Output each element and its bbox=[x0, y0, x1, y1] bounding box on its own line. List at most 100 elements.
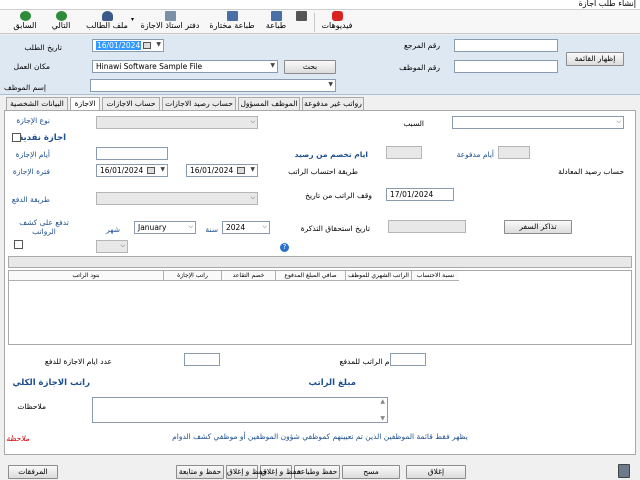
ticket-due-input[interactable] bbox=[388, 220, 466, 233]
ref-input[interactable] bbox=[454, 39, 558, 52]
notes-label: ملاحظات bbox=[17, 402, 46, 411]
applicant-file-button[interactable]: ملف الطالب ▾ bbox=[80, 10, 134, 34]
search-button[interactable]: بحث bbox=[284, 60, 336, 74]
salary-days-label: ايام الراتب للمدفع bbox=[339, 357, 396, 366]
no-balance-days-input[interactable] bbox=[386, 146, 422, 159]
notice-bar: يظهر فقط قائمة الموظفين الذين تم تعيينهم… bbox=[0, 432, 640, 443]
prev-button[interactable]: السابق bbox=[8, 10, 42, 34]
period-label: فترة الإجازة bbox=[12, 167, 50, 176]
pay-on-payroll-label: تدفع على كشف الرواتب bbox=[19, 218, 69, 236]
pay-on-payroll-checkbox[interactable] bbox=[14, 240, 23, 249]
grid-toolbar bbox=[8, 256, 632, 268]
notice-text: يظهر فقط قائمة الموظفين الذين تم تعيينهم… bbox=[172, 432, 468, 441]
chevron-down-icon: ⌵ bbox=[120, 242, 125, 249]
salary-amount-label: مبلغ الراتب bbox=[308, 378, 356, 388]
date-picker[interactable]: 16/01/2024 ▼ bbox=[92, 39, 164, 52]
tab-personal-data[interactable]: البيانات الشخصية bbox=[6, 97, 68, 110]
calculator-icon[interactable] bbox=[618, 464, 630, 478]
calendar-icon bbox=[147, 167, 155, 174]
grid-col-percent[interactable]: نسبة الاحتساب bbox=[411, 271, 459, 281]
equiv-balance-label: حساب رصيد المعادلة bbox=[558, 167, 624, 176]
help-icon[interactable]: ? bbox=[280, 243, 289, 252]
leave-days-input[interactable] bbox=[96, 147, 168, 160]
tab-unpaid-salaries[interactable]: رواتب غير مدفوعة bbox=[302, 97, 364, 110]
leave-type-combo[interactable]: ⌵ bbox=[96, 116, 258, 129]
salary-days-input[interactable] bbox=[390, 353, 426, 366]
emp-no-input[interactable] bbox=[454, 60, 558, 73]
scroll-up-icon[interactable]: ▲ bbox=[380, 398, 385, 405]
ticket-due-label: تاريخ استحقاق التذكرة bbox=[300, 224, 370, 233]
tab-leave-calc[interactable]: حساب الاجازات bbox=[102, 97, 160, 110]
videos-button[interactable]: فيديوهات bbox=[318, 10, 356, 34]
user-icon bbox=[101, 11, 113, 21]
leave-days-pay-input[interactable] bbox=[184, 353, 220, 366]
calendar-icon bbox=[237, 167, 245, 174]
leave-days-pay-label: عدد ايام الاجازة للدفع bbox=[44, 357, 112, 366]
paid-days-label: أيام مدفوعة bbox=[456, 150, 494, 159]
tab-strip: رواتب غير مدفوعة الموظف المسؤول حساب رصي… bbox=[0, 97, 640, 111]
chevron-down-icon: ⌵ bbox=[262, 223, 267, 230]
tab-leave[interactable]: الاجازة bbox=[70, 97, 100, 111]
print-button[interactable]: طباعة bbox=[262, 10, 290, 34]
grid-col-salary-items[interactable]: بنود الراتب bbox=[9, 271, 163, 281]
cash-leave-label: اجازة نقدية bbox=[18, 133, 66, 143]
attachments-button[interactable]: المرفقات bbox=[8, 465, 58, 479]
chevron-down-icon: ⌵ bbox=[250, 118, 255, 125]
show-list-button[interactable]: إظهار القائمة bbox=[566, 52, 624, 66]
leave-days-label: أيام الإجازة bbox=[15, 150, 50, 159]
save-close-button-2[interactable]: حفظ و إغلاق bbox=[226, 465, 267, 479]
emp-name-combo[interactable]: ▼ bbox=[90, 79, 336, 92]
workplace-label: مكان العمل bbox=[13, 62, 50, 71]
chevron-down-icon: ▾ bbox=[130, 16, 134, 23]
emp-name-label: إسم الموظف bbox=[3, 83, 46, 92]
total-leave-salary-label: راتب الاجازة الكلي bbox=[12, 378, 90, 388]
chevron-down-icon: ⌵ bbox=[250, 194, 255, 201]
calendar-icon bbox=[143, 42, 151, 49]
chevron-down-icon: ▼ bbox=[156, 41, 161, 48]
year-combo[interactable]: 2024 ⌵ bbox=[222, 221, 270, 234]
ledger-button[interactable]: دفتر استاذ الاجازة bbox=[138, 10, 202, 34]
clear-button[interactable]: مسح bbox=[342, 465, 400, 479]
arrow-left-icon bbox=[19, 11, 31, 21]
printer-icon bbox=[295, 11, 307, 21]
close-button[interactable]: إغلاق bbox=[406, 465, 466, 479]
reason-combo[interactable]: ⌵ bbox=[452, 116, 624, 129]
salary-stop-input[interactable]: 17/01/2024 bbox=[386, 188, 454, 201]
notes-textarea[interactable]: ▲ ▼ bbox=[92, 397, 388, 423]
cash-leave-checkbox[interactable] bbox=[12, 133, 21, 142]
scroll-down-icon[interactable]: ▼ bbox=[380, 415, 385, 422]
month-label: شهر bbox=[106, 225, 120, 234]
grid-col-net-paid[interactable]: صافي المبلغ المدفوع bbox=[275, 271, 345, 281]
date-label: تاريخ الطلب bbox=[24, 43, 62, 52]
pay-method-combo[interactable]: ⌵ bbox=[96, 192, 258, 205]
salary-items-grid: نسبة الاحتساب الراتب الشهري للموظف صافي … bbox=[8, 270, 632, 345]
footer-bar: إغلاق مسح حفظ وطباعة حفظ و إغلاق حفظ و إ… bbox=[0, 462, 640, 480]
title-bar: إنشاء طلب اجازة bbox=[0, 0, 640, 10]
extra-combo[interactable]: ⌵ bbox=[96, 240, 128, 253]
tab-leave-balance[interactable]: حساب رصيد الاجازات bbox=[162, 97, 236, 110]
reason-label: السبب bbox=[403, 119, 424, 128]
tab-responsible-employee[interactable]: الموظف المسؤول bbox=[238, 97, 300, 110]
period-to-picker[interactable]: 16/01/2024 ▼ bbox=[186, 164, 258, 177]
grid-col-leave-salary[interactable]: راتب الإجازة bbox=[163, 271, 221, 281]
month-combo[interactable]: January ⌵ bbox=[134, 221, 196, 234]
pay-method-label: طريقة الدفع bbox=[11, 195, 50, 204]
chevron-down-icon: ▼ bbox=[328, 81, 333, 88]
leave-type-label: نوع الإجازة bbox=[16, 116, 50, 125]
no-balance-days-label: ايام تخصم من رصيد bbox=[294, 150, 368, 159]
save-continue-button[interactable]: حفظ و متابعة bbox=[176, 465, 224, 479]
print-icon-button[interactable] bbox=[292, 10, 310, 34]
emp-no-label: رقم الموظف bbox=[399, 63, 440, 72]
print-selected-button[interactable]: طباعة مختارة bbox=[206, 10, 258, 34]
chevron-down-icon: ⌵ bbox=[616, 118, 621, 125]
printer-icon bbox=[226, 11, 238, 21]
printer-icon bbox=[270, 11, 282, 21]
next-button[interactable]: التالي bbox=[46, 10, 76, 34]
year-label: سنة bbox=[205, 225, 218, 234]
grid-col-monthly-salary[interactable]: الراتب الشهري للموظف bbox=[345, 271, 411, 281]
period-from-picker[interactable]: 16/01/2024 ▼ bbox=[96, 164, 168, 177]
workplace-combo[interactable]: Hinawi Software Sample File ▼ bbox=[92, 60, 278, 73]
travel-tickets-button[interactable]: تذاكر السفر bbox=[504, 220, 572, 234]
grid-col-retirement[interactable]: خصم التقاعد bbox=[221, 271, 275, 281]
paid-days-input[interactable] bbox=[498, 146, 530, 159]
